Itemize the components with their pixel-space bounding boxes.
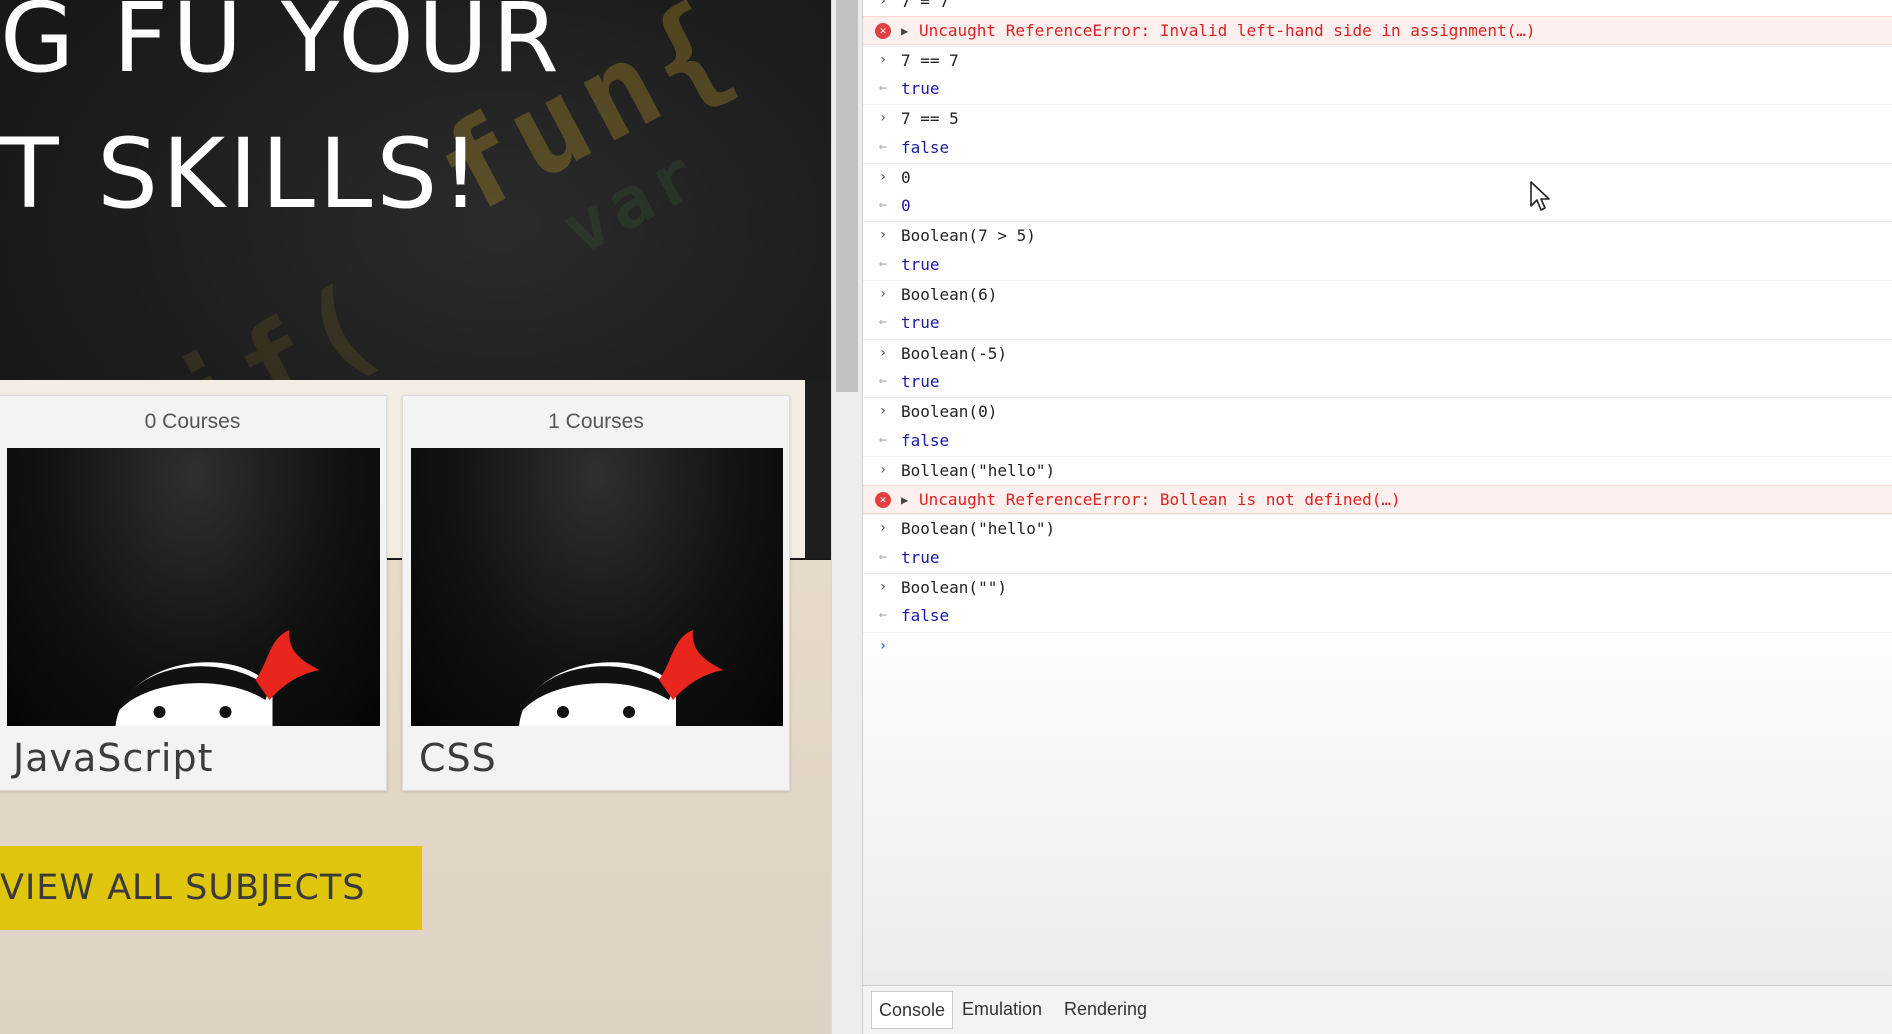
- console-input-row: › Boolean(""): [863, 573, 1892, 602]
- console-result-row: ← true: [863, 309, 1892, 338]
- error-icon: ✕: [875, 23, 891, 39]
- console-line-text: 7 == 5: [901, 109, 959, 128]
- console-result-row: ← true: [863, 251, 1892, 280]
- adjacent-card-edge: [805, 380, 831, 558]
- console-result-row: ← false: [863, 134, 1892, 163]
- subject-card-css[interactable]: 1 Courses CSS: [402, 395, 790, 791]
- console-line-text: true: [901, 372, 940, 391]
- result-arrow-icon: ←: [878, 607, 888, 623]
- subject-title[interactable]: CSS: [419, 736, 497, 780]
- console-line-text: Boolean("hello"): [901, 519, 1056, 538]
- console-line-text: Boolean(""): [901, 578, 1007, 597]
- subject-title[interactable]: JavaScript: [13, 736, 213, 780]
- console-input-row: › Boolean(-5): [863, 339, 1892, 368]
- devtools-panel: › 7 = 7 ✕ ▶ Uncaught ReferenceError: Invalid…: [863, 0, 1892, 1034]
- web-page-viewport: fun{ if( var G FU YOUR T SKILLS! 0 Cours…: [0, 0, 831, 1034]
- course-count: 0 Courses: [144, 410, 241, 433]
- input-chevron-icon: ›: [878, 579, 888, 595]
- console-input-row: › Boolean(6): [863, 280, 1892, 309]
- console-input-row: › Boolean(7 > 5): [863, 221, 1892, 250]
- console-error-row[interactable]: ✕ ▶ Uncaught ReferenceError: Invalid left-…: [863, 16, 1892, 45]
- input-chevron-icon: ›: [878, 403, 888, 419]
- console-line-text: Bollean("hello"): [901, 461, 1056, 480]
- console-line-text: 7 = 7: [901, 0, 950, 11]
- tab-console[interactable]: Console: [871, 991, 954, 1029]
- input-chevron-icon: ›: [878, 345, 888, 361]
- tab-rendering[interactable]: Rendering: [1057, 991, 1154, 1029]
- console-result-row: ← true: [863, 544, 1892, 573]
- console-line-text: false: [901, 431, 950, 450]
- subject-card-javascript[interactable]: 0 Courses JavaScript: [0, 395, 387, 791]
- console-line-text: Boolean(7 > 5): [901, 226, 1036, 245]
- hero-heading-line-1: G FU YOUR: [0, 0, 563, 94]
- console-line-text: 0: [901, 196, 911, 215]
- input-chevron-icon: ›: [878, 462, 888, 478]
- result-arrow-icon: ←: [878, 80, 888, 96]
- result-arrow-icon: ←: [878, 139, 888, 155]
- ninja-icon: [115, 630, 319, 726]
- console-line-text: true: [901, 313, 940, 332]
- console-line-text: 7 == 7: [901, 51, 959, 70]
- ninja-logo-image: [7, 448, 380, 726]
- result-arrow-icon: ←: [878, 256, 888, 272]
- result-arrow-icon: ←: [878, 432, 888, 448]
- console-result-row: ← false: [863, 602, 1892, 631]
- input-chevron-icon: ›: [878, 520, 888, 536]
- result-arrow-icon: ←: [878, 373, 888, 389]
- input-chevron-icon: ›: [878, 52, 888, 68]
- result-arrow-icon: ←: [878, 549, 888, 565]
- input-chevron-icon: ›: [878, 286, 888, 302]
- console-line-text: Uncaught ReferenceError: Invalid left-ha…: [919, 21, 1536, 40]
- console-result-row: ← true: [863, 368, 1892, 397]
- ninja-icon: [519, 630, 723, 726]
- input-chevron-icon: ›: [878, 0, 888, 9]
- console-result-row: ← 0: [863, 192, 1892, 221]
- input-chevron-icon: ›: [878, 227, 888, 243]
- course-count: 1 Courses: [548, 410, 644, 433]
- console-input-row: › 7 == 5: [863, 104, 1892, 133]
- console-line-text: true: [901, 79, 940, 98]
- console-result-row: ← true: [863, 75, 1892, 104]
- console-input-row: › 0: [863, 163, 1892, 192]
- console-line-text: Uncaught ReferenceError: Bollean is not …: [919, 490, 1401, 509]
- console-line-text: Boolean(0): [901, 402, 998, 421]
- tab-emulation[interactable]: Emulation: [955, 991, 1049, 1029]
- hero-heading-line-2: T SKILLS!: [0, 118, 484, 230]
- result-arrow-icon: ←: [878, 197, 888, 213]
- input-chevron-icon: ›: [878, 169, 888, 185]
- console-error-row[interactable]: ✕ ▶ Uncaught ReferenceError: Bollean is no…: [863, 485, 1892, 514]
- console-line-text: false: [901, 138, 950, 157]
- console-result-row: ← false: [863, 427, 1892, 456]
- console-input-row: › Bollean("hello"): [863, 456, 1892, 485]
- expand-triangle-icon[interactable]: ▶: [901, 493, 908, 507]
- error-icon: ✕: [875, 492, 891, 508]
- console-input-row: › Boolean(0): [863, 397, 1892, 426]
- expand-triangle-icon[interactable]: ▶: [901, 24, 908, 38]
- console-input-row: › 7 == 7: [863, 46, 1892, 75]
- console-input-row: › Boolean("hello"): [863, 514, 1892, 543]
- prompt-chevron-icon: ›: [878, 638, 888, 654]
- scrollbar-thumb[interactable]: [836, 0, 858, 392]
- result-arrow-icon: ←: [878, 314, 888, 330]
- console-output[interactable]: › 7 = 7 ✕ ▶ Uncaught ReferenceError: Invalid…: [863, 0, 1892, 985]
- console-line-text: true: [901, 255, 940, 274]
- input-chevron-icon: ›: [878, 110, 888, 126]
- console-line-text: true: [901, 548, 940, 567]
- mouse-pointer-icon: [1530, 181, 1550, 211]
- page-scrollbar[interactable]: [831, 0, 863, 1034]
- console-line-text: Boolean(-5): [901, 344, 1007, 363]
- console-line-text: false: [901, 606, 950, 625]
- drawer-tab-bar: Console Emulation Rendering: [863, 985, 1892, 1034]
- view-all-subjects-button[interactable]: VIEW ALL SUBJECTS: [0, 846, 422, 930]
- console-line-text: 0: [901, 168, 911, 187]
- ninja-logo-image: [411, 448, 783, 726]
- console-line-text: Boolean(6): [901, 285, 998, 304]
- console-input-row: › 7 = 7: [863, 0, 1892, 16]
- console-prompt[interactable]: ›: [863, 632, 1892, 661]
